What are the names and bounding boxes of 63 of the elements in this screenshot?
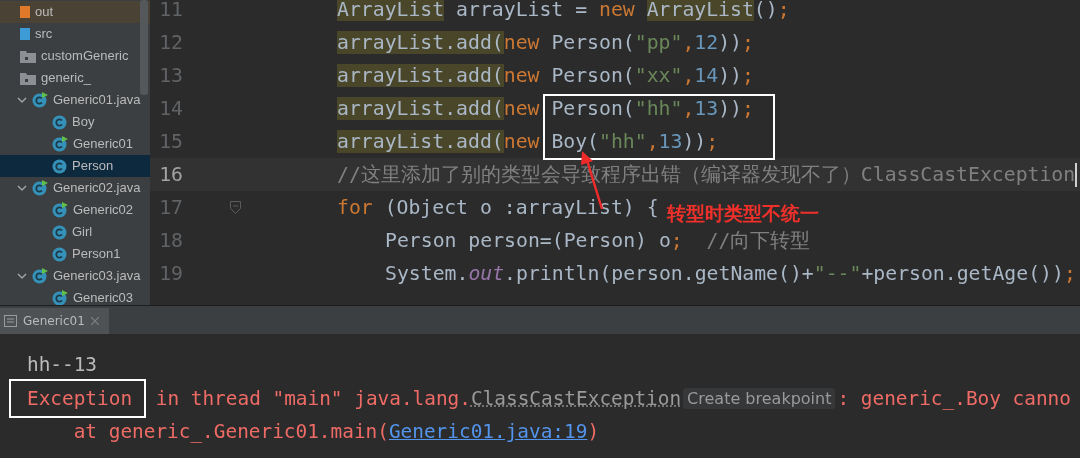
code-line: arrayList.add(new Person("hh",13));: [337, 95, 754, 122]
tree-item[interactable]: Generic02.java: [0, 177, 150, 199]
tree-item[interactable]: src: [0, 23, 150, 45]
class-icon: [52, 246, 67, 262]
run-tab[interactable]: Generic01: [0, 308, 109, 334]
line-number: 11: [158, 0, 183, 21]
console-text: in thread "main" java.lang.: [154, 386, 471, 410]
line-number: 13: [158, 64, 183, 87]
annotation-text: 转型时类型不统一: [667, 201, 819, 226]
line-number: 19: [158, 262, 183, 285]
class-icon: [52, 224, 67, 240]
console-text: ClassCastException: [470, 386, 682, 410]
console-text: : generic_.Boy canno: [837, 386, 1071, 410]
line-number: 16: [158, 163, 183, 186]
code-line: arrayList.add(new Person("pp",12));: [337, 29, 754, 56]
tree-item[interactable]: Generic01.java: [0, 89, 150, 111]
line-number: 12: [158, 31, 183, 54]
folder-icon: [20, 6, 30, 18]
code-line: Person person=(Person) o; //向下转型: [385, 227, 811, 254]
folder-icon: [20, 28, 30, 40]
tree-item[interactable]: out: [0, 1, 150, 23]
console-text: at generic_.Generic01.main(: [72, 420, 389, 444]
class-icon: [52, 114, 67, 130]
code-line: ArrayList arrayList = new ArrayList();: [337, 0, 790, 23]
line-number: 17: [158, 196, 183, 219]
tree-item[interactable]: Person1: [0, 243, 150, 265]
tree-item[interactable]: Generic03.java: [0, 265, 150, 287]
line-number: 15: [158, 130, 183, 153]
fold-icon[interactable]: [230, 201, 241, 214]
tree-item[interactable]: Girl: [0, 221, 150, 243]
tree-item[interactable]: Person: [0, 155, 150, 177]
code-line: arrayList.add(new Boy("hh",13));: [337, 128, 719, 155]
console-text: Exception: [11, 380, 145, 416]
package-icon: [20, 49, 36, 63]
code-line: arrayList.add(new Person("xx",14));: [337, 62, 754, 89]
console-icon: [4, 315, 17, 327]
tree-item[interactable]: Boy: [0, 111, 150, 133]
class-icon: [32, 180, 48, 196]
class-icon: [32, 268, 48, 284]
scrollbar-thumb[interactable]: [140, 0, 148, 95]
chevron-icon[interactable]: [17, 183, 27, 193]
line-number: 18: [158, 229, 183, 252]
tree-item[interactable]: Generic01: [0, 133, 150, 155]
tree-item[interactable]: generic_: [0, 67, 150, 89]
tree-item[interactable]: Generic03: [0, 287, 150, 305]
stack-trace-link[interactable]: Generic01.java:19: [388, 420, 588, 444]
class-icon: [52, 202, 68, 218]
class-icon: [32, 92, 48, 108]
package-icon: [20, 71, 36, 85]
line-number: 14: [158, 97, 183, 120]
class-icon: [52, 290, 68, 305]
class-icon: [52, 136, 68, 152]
chevron-icon[interactable]: [17, 271, 27, 281]
console-text: hh--13: [27, 353, 98, 377]
class-icon: [52, 158, 67, 174]
console-text: ): [587, 420, 600, 444]
code-line: for (Object o :arrayList) {: [337, 194, 659, 221]
text-cursor: [1075, 162, 1078, 187]
code-line: System.out.println(person.getName()+"--"+person.getAge());: [385, 260, 1076, 287]
chevron-icon[interactable]: [17, 95, 27, 105]
tree-item[interactable]: customGeneric: [0, 45, 150, 67]
tree-item[interactable]: Generic02: [0, 199, 150, 221]
breakpoint-hint[interactable]: Create breakpoint: [683, 387, 836, 409]
